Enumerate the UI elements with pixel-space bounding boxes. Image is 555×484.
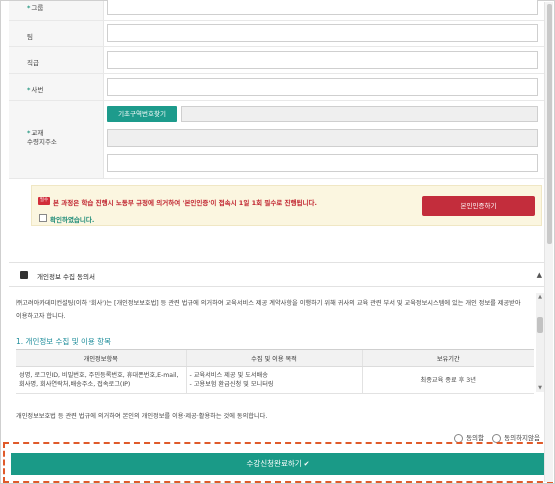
row-divider <box>9 73 544 74</box>
check-icon: ✔ <box>303 460 310 468</box>
confirm-checkbox-label[interactable]: 확인하였습니다. <box>50 214 94 224</box>
required-badge: 필수 <box>38 197 50 205</box>
row-divider <box>9 178 544 179</box>
team-field[interactable] <box>107 24 538 42</box>
page-scroll-thumb[interactable] <box>547 4 552 244</box>
table-header: 보유기간 <box>361 349 534 367</box>
position-label: 직급 <box>27 59 39 67</box>
privacy-title: 개인정보 수집 동의서 <box>37 273 95 281</box>
scroll-down-icon[interactable]: ▼ <box>536 384 544 392</box>
submit-highlight: 수강신청완료하기 ✔ <box>3 442 553 483</box>
agree-statement: 개인정보보호법 등 관련 법규에 의거하여 본인의 개인정보를 이용·제공·활용… <box>16 413 268 420</box>
scroll-up-icon[interactable]: ▲ <box>536 293 544 301</box>
document-icon <box>20 271 28 279</box>
page-scrollbar[interactable] <box>544 2 553 482</box>
table-cell-items: 성명, 로그인ID, 비밀번호, 주민등록번호, 휴대폰번호,E-mail, 회… <box>16 366 186 394</box>
zipcode-search-button[interactable]: 기초구역번호찾기 <box>107 106 177 122</box>
address-label: *교재 수령지주소 <box>27 129 57 146</box>
privacy-intro: ㈜고려아카데미컨설팅(이하 '회사')는 [개인정보보호법] 등 관련 법규에 … <box>16 300 521 320</box>
registration-form: *그룹 팀 직급 *사번 *교재 수령지주소 기초구역번호찾기 필수 본 과정은 … <box>9 0 544 238</box>
table-cell-period: 최종교육 종료 후 3년 <box>361 366 534 394</box>
position-field[interactable] <box>107 51 538 69</box>
row-divider <box>9 20 544 21</box>
employee-no-label: *사번 <box>27 86 44 94</box>
group-field[interactable] <box>107 0 538 15</box>
zipcode-field <box>181 106 538 122</box>
privacy-section-title: 1. 개인정보 수집 및 이용 항목 <box>16 337 111 346</box>
privacy-content: ㈜고려아카데미컨설팅(이하 '회사')는 [개인정보보호법] 등 관련 법규에 … <box>9 291 550 394</box>
table-cell-purpose: - 교육서비스 제공 및 도서배송 - 고용보험 환급신청 및 모니터링 <box>185 366 362 394</box>
team-label: 팀 <box>27 33 33 41</box>
identity-verify-button[interactable]: 본인인증하기 <box>422 196 535 216</box>
row-divider <box>9 46 544 47</box>
privacy-scrollbar[interactable]: ▲ ▼ <box>536 293 544 392</box>
privacy-accordion-header[interactable]: 개인정보 수집 동의서 ▲ <box>9 262 550 287</box>
submit-registration-button[interactable]: 수강신청완료하기 ✔ <box>11 453 545 475</box>
employee-no-field[interactable] <box>107 78 538 96</box>
agree-radio-option[interactable]: 동의함 <box>454 432 484 443</box>
notice-text: 본 과정은 학습 진행시 노동부 규정에 의거하여 '본인인증'이 접속시 1일… <box>53 199 317 207</box>
chevron-up-icon[interactable]: ▲ <box>537 271 542 279</box>
consent-radio-group: 동의함 동의하지않음 <box>448 432 540 443</box>
table-header: 수집 및 이용 목적 <box>185 349 362 367</box>
address-field <box>107 129 538 147</box>
table-header: 개인정보항목 <box>16 349 186 367</box>
identity-notice: 필수 본 과정은 학습 진행시 노동부 규정에 의거하여 '본인인증'이 접속시… <box>31 185 542 226</box>
address-detail-field[interactable] <box>107 154 538 172</box>
scroll-thumb[interactable] <box>537 317 543 333</box>
page-frame: *그룹 팀 직급 *사번 *교재 수령지주소 기초구역번호찾기 필수 본 과정은 … <box>0 0 555 484</box>
row-divider <box>9 100 544 101</box>
disagree-radio-option[interactable]: 동의하지않음 <box>492 432 540 443</box>
group-label: *그룹 <box>27 4 44 12</box>
confirm-checkbox[interactable] <box>39 214 47 222</box>
label-column <box>9 1 104 179</box>
table-row: 성명, 로그인ID, 비밀번호, 주민등록번호, 휴대폰번호,E-mail, 회… <box>16 366 534 394</box>
privacy-table: 개인정보항목 수집 및 이용 목적 보유기간 성명, 로그인ID, 비밀번호, … <box>16 349 534 394</box>
